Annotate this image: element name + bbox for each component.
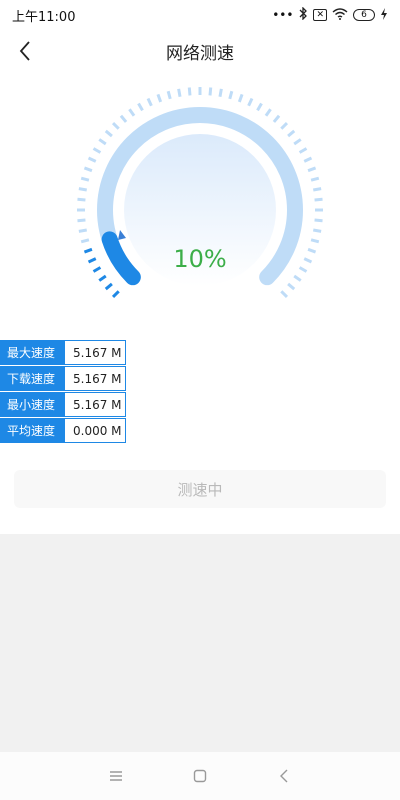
stat-value: 5.167 M (64, 340, 126, 365)
stat-row-download: 下载速度 5.167 M (0, 366, 126, 391)
gauge-tick (119, 114, 128, 123)
gauge-tick (98, 138, 107, 146)
gauge-tick (256, 102, 263, 112)
gauge-tick (187, 87, 192, 96)
gauge-needle (118, 230, 126, 240)
gauge-tick (80, 176, 90, 182)
back-icon (280, 769, 288, 783)
gauge-tick (111, 290, 120, 299)
stat-row-min: 最小速度 5.167 M (0, 392, 126, 417)
back-button[interactable] (10, 36, 40, 66)
system-nav-bar (0, 752, 400, 800)
gauge-tick (77, 218, 86, 223)
speed-stats: 最大速度 5.167 M 下载速度 5.167 M 最小速度 5.167 M 平… (0, 340, 126, 444)
stat-value: 0.000 M (64, 418, 126, 443)
gauge-tick (280, 290, 289, 299)
gauge-tick (218, 88, 223, 98)
stat-value: 5.167 M (64, 392, 126, 417)
gauge-tick (307, 166, 317, 173)
gauge-tick (310, 176, 320, 182)
gauge-tick (287, 282, 296, 291)
stat-row-average: 平均速度 0.000 M (0, 418, 126, 443)
speed-gauge (77, 87, 323, 299)
stat-label: 最大速度 (0, 340, 64, 365)
home-icon (193, 769, 207, 783)
status-icons: ••• ✕ 6 (272, 6, 388, 23)
charging-icon (380, 7, 388, 23)
gauge-tick (78, 228, 88, 233)
nav-back-button[interactable] (242, 756, 326, 796)
gauge-tick (78, 187, 88, 192)
gauge-tick (303, 156, 313, 163)
status-bar: 上午11:00 ••• ✕ 6 (0, 0, 400, 30)
gauge-tick (287, 129, 296, 138)
stat-label: 平均速度 (0, 418, 64, 443)
stat-label: 最小速度 (0, 392, 64, 417)
gauge-tick (264, 108, 272, 117)
menu-icon (110, 771, 122, 781)
gauge-tick (83, 166, 93, 173)
home-button[interactable] (158, 756, 242, 796)
gauge-tick (104, 129, 113, 138)
gauge-tick (247, 97, 254, 107)
stat-value: 5.167 M (64, 366, 126, 391)
wifi-icon (332, 7, 348, 23)
gauge-tick (98, 274, 107, 282)
stat-row-max: 最大速度 5.167 M (0, 340, 126, 365)
gauge-tick (208, 87, 213, 96)
status-time: 上午11:00 (12, 9, 76, 25)
gauge-tick (310, 238, 320, 244)
gauge-tick (177, 88, 182, 98)
gauge-tick (92, 147, 102, 154)
gauge-tick (314, 218, 323, 223)
speed-test-button[interactable]: 测速中 (14, 470, 386, 508)
gauge-tick (293, 138, 302, 146)
gauge-tick (128, 108, 136, 117)
content-background (0, 534, 400, 752)
gauge-tick (87, 156, 97, 163)
page-title: 网络测速 (166, 43, 234, 64)
menu-button[interactable] (74, 756, 158, 796)
gauge-tick (312, 228, 322, 233)
gauge-tick (228, 90, 234, 100)
gauge-tick (137, 102, 144, 112)
gauge-tick (312, 187, 322, 192)
gauge-tick (314, 197, 323, 202)
gauge-tick (80, 238, 90, 244)
header: 网络测速 (0, 30, 400, 72)
gauge-tick (111, 121, 120, 130)
gauge-tick (298, 147, 308, 154)
gauge-tick (146, 97, 153, 107)
gauge-tick (280, 121, 289, 130)
gauge-tick (293, 274, 302, 282)
gauge-tick (272, 114, 281, 123)
bluetooth-icon (298, 6, 308, 23)
chevron-left-icon (19, 41, 30, 61)
gauge-tick (104, 282, 113, 291)
stat-label: 下载速度 (0, 366, 64, 391)
notification-dots: ••• (272, 8, 294, 22)
gauge-tick (156, 93, 163, 103)
progress-percent: 10% (173, 245, 227, 273)
sim-off-icon: ✕ (313, 9, 327, 21)
gauge-tick (237, 93, 244, 103)
battery-icon: 6 (353, 9, 375, 21)
gauge-tick (77, 197, 86, 202)
gauge-tick (166, 90, 172, 100)
